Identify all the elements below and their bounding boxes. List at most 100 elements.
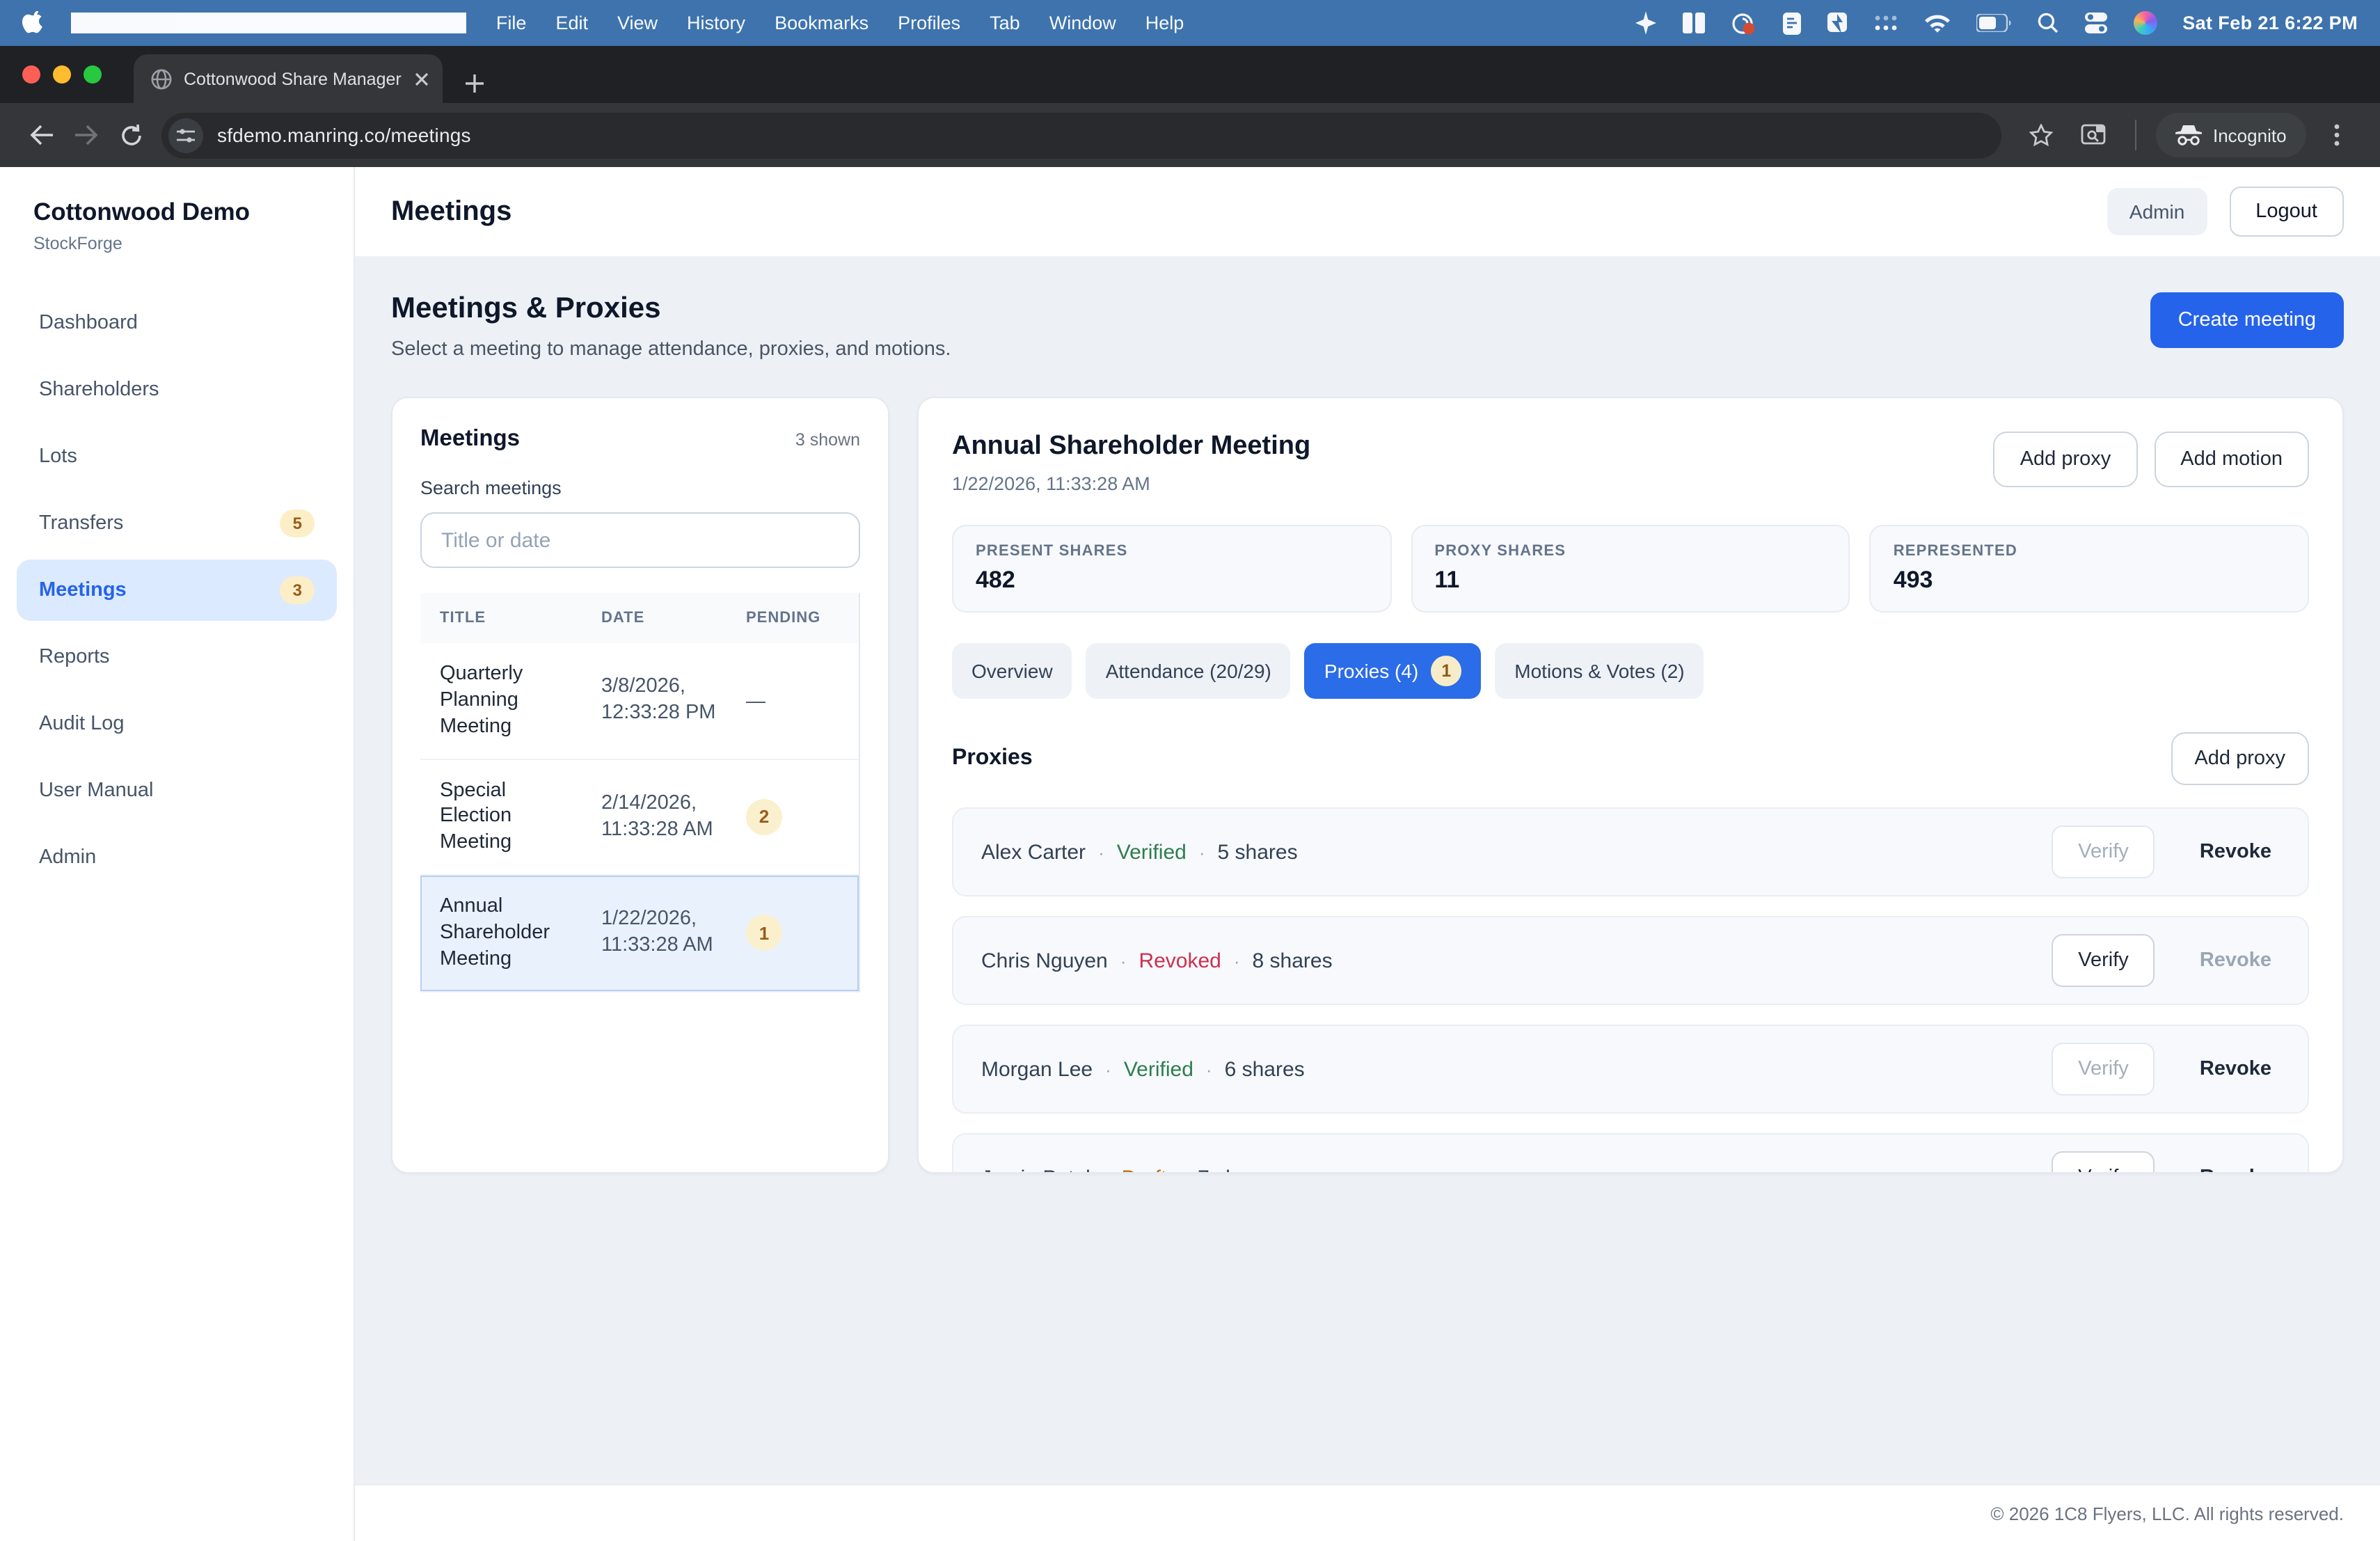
pending-badge: 2 xyxy=(746,799,782,835)
window-close-button[interactable] xyxy=(22,65,40,84)
verify-button: Verify xyxy=(2052,1043,2155,1096)
page-title: Meetings xyxy=(391,196,511,228)
sparkle-icon[interactable] xyxy=(1635,11,1656,35)
verify-button[interactable]: Verify xyxy=(2052,934,2155,987)
app-header: Meetings Admin Logout xyxy=(355,167,2380,256)
stat-proxy-shares: PROXY SHARES 11 xyxy=(1411,525,1850,613)
meeting-tabs: Overview Attendance (20/29) Proxies (4) … xyxy=(952,643,2309,699)
menu-bookmarks[interactable]: Bookmarks xyxy=(775,13,868,33)
browser-toolbar: sfdemo.manring.co/meetings Incognito xyxy=(0,103,2380,167)
globe-icon xyxy=(150,68,173,90)
proxy-status: Verified xyxy=(1124,1057,1193,1081)
meeting-row-quarterly-planning[interactable]: Quarterly Planning Meeting 3/8/2026, 12:… xyxy=(420,643,859,759)
revoke-button[interactable]: Revoke xyxy=(2191,1153,2280,1173)
create-meeting-button[interactable]: Create meeting xyxy=(2150,292,2344,348)
tab-overview[interactable]: Overview xyxy=(952,643,1072,699)
proxy-shares: 7 shares xyxy=(1198,1166,1278,1173)
menu-window[interactable]: Window xyxy=(1049,13,1116,33)
macos-menu-bar: Chrome File Edit View History Bookmarks … xyxy=(0,0,2380,46)
proxy-status: Verified xyxy=(1117,840,1187,864)
proxy-row-chris-nguyen: Chris Nguyen · Revoked · 8 shares Verify… xyxy=(952,916,2309,1005)
proxy-name: Morgan Lee xyxy=(981,1057,1093,1081)
menu-edit[interactable]: Edit xyxy=(555,13,588,33)
proxies-tab-badge: 1 xyxy=(1431,656,1461,686)
proxy-shares: 6 shares xyxy=(1225,1057,1305,1081)
site-settings-icon[interactable] xyxy=(168,118,203,152)
pending-badge: 1 xyxy=(746,915,782,951)
address-bar[interactable]: sfdemo.manring.co/meetings xyxy=(161,112,2001,158)
window-zoom-button[interactable] xyxy=(84,65,102,84)
shortcuts-icon[interactable] xyxy=(1827,12,1847,34)
menu-profiles[interactable]: Profiles xyxy=(898,13,960,33)
sidebar-item-shareholders[interactable]: Shareholders xyxy=(17,359,337,420)
revoke-button: Revoke xyxy=(2191,935,2280,986)
sidebar-item-lots[interactable]: Lots xyxy=(17,426,337,487)
back-icon[interactable] xyxy=(19,113,64,157)
proxy-row-jamie-patel: Jamie Patel · Draft · 7 shares Verify Re… xyxy=(952,1133,2309,1173)
meetings-badge: 3 xyxy=(280,576,315,604)
side-panel-search-icon[interactable] xyxy=(2071,113,2116,157)
sidebar-item-transfers[interactable]: Transfers 5 xyxy=(17,493,337,554)
bookmark-star-icon[interactable] xyxy=(2018,113,2063,157)
proxy-row-morgan-lee: Morgan Lee · Verified · 6 shares Verify … xyxy=(952,1025,2309,1114)
tab-proxies[interactable]: Proxies (4) 1 xyxy=(1305,643,1481,699)
dots-grid-icon[interactable] xyxy=(1873,13,1898,33)
new-tab-icon[interactable] xyxy=(465,74,484,93)
menu-bar-clock[interactable]: Sat Feb 21 6:22 PM xyxy=(2182,13,2358,33)
screen: Chrome File Edit View History Bookmarks … xyxy=(0,0,2380,1541)
window-minimize-button[interactable] xyxy=(53,65,71,84)
proxy-row-alex-carter: Alex Carter · Verified · 5 shares Verify… xyxy=(952,807,2309,896)
window-tiles-icon[interactable] xyxy=(1683,13,1705,33)
battery-icon[interactable] xyxy=(1976,14,2011,32)
menu-tab[interactable]: Tab xyxy=(990,13,1020,33)
proxy-shares: 8 shares xyxy=(1253,949,1333,972)
sidebar-item-audit-log[interactable]: Audit Log xyxy=(17,693,337,754)
verify-button[interactable]: Verify xyxy=(2052,1151,2155,1173)
proxy-shares: 5 shares xyxy=(1218,840,1298,864)
meeting-row-special-election[interactable]: Special Election Meeting 2/14/2026, 11:3… xyxy=(420,759,859,876)
menu-chrome[interactable]: Chrome xyxy=(71,13,467,33)
reload-icon[interactable] xyxy=(109,113,153,157)
control-center-icon[interactable] xyxy=(2085,13,2107,33)
add-proxy-button-section[interactable]: Add proxy xyxy=(2171,732,2309,785)
sidebar: Cottonwood Demo StockForge Dashboard Sha… xyxy=(0,167,355,1541)
siri-icon[interactable] xyxy=(2134,11,2157,35)
brand-subtitle: StockForge xyxy=(33,234,320,253)
meetings-count: 3 shown xyxy=(795,430,860,450)
sidebar-item-meetings[interactable]: Meetings 3 xyxy=(17,560,337,621)
wifi-icon[interactable] xyxy=(1925,13,1950,33)
tab-motions-votes[interactable]: Motions & Votes (2) xyxy=(1495,643,1704,699)
notes-icon[interactable] xyxy=(1783,12,1801,34)
menu-help[interactable]: Help xyxy=(1145,13,1184,33)
search-input[interactable] xyxy=(420,512,860,568)
menu-file[interactable]: File xyxy=(496,13,527,33)
menu-history[interactable]: History xyxy=(687,13,745,33)
revoke-button[interactable]: Revoke xyxy=(2191,827,2280,877)
sidebar-item-dashboard[interactable]: Dashboard xyxy=(17,292,337,354)
browser-tab[interactable]: Cottonwood Share Manager xyxy=(134,54,443,103)
proxy-name: Chris Nguyen xyxy=(981,949,1108,972)
add-proxy-button-header[interactable]: Add proxy xyxy=(1994,432,2138,487)
screen-recording-icon[interactable] xyxy=(1731,12,1756,34)
sidebar-item-admin[interactable]: Admin xyxy=(17,827,337,888)
tab-attendance[interactable]: Attendance (20/29) xyxy=(1086,643,1291,699)
spotlight-icon[interactable] xyxy=(2038,13,2058,33)
revoke-button[interactable]: Revoke xyxy=(2191,1044,2280,1094)
incognito-badge: Incognito xyxy=(2156,113,2306,157)
meetings-table: TITLE DATE PENDING Quarterly Planning Me… xyxy=(420,593,860,992)
meeting-row-annual-shareholder[interactable]: Annual Shareholder Meeting 1/22/2026, 11… xyxy=(420,876,859,992)
close-tab-icon[interactable] xyxy=(415,72,429,86)
add-motion-button[interactable]: Add motion xyxy=(2154,432,2309,487)
meeting-detail-card: Annual Shareholder Meeting 1/22/2026, 11… xyxy=(917,397,2344,1173)
transfers-badge: 5 xyxy=(280,509,315,537)
url-text: sfdemo.manring.co/meetings xyxy=(217,124,471,146)
logout-button[interactable]: Logout xyxy=(2229,187,2344,237)
brand: Cottonwood Demo StockForge xyxy=(0,198,354,253)
forward-icon[interactable] xyxy=(64,113,109,157)
stat-represented: REPRESENTED 493 xyxy=(1870,525,2309,613)
sidebar-item-reports[interactable]: Reports xyxy=(17,626,337,688)
browser-menu-icon[interactable] xyxy=(2315,113,2359,157)
apple-menu-icon[interactable] xyxy=(22,11,43,35)
sidebar-item-user-manual[interactable]: User Manual xyxy=(17,760,337,821)
menu-view[interactable]: View xyxy=(617,13,658,33)
